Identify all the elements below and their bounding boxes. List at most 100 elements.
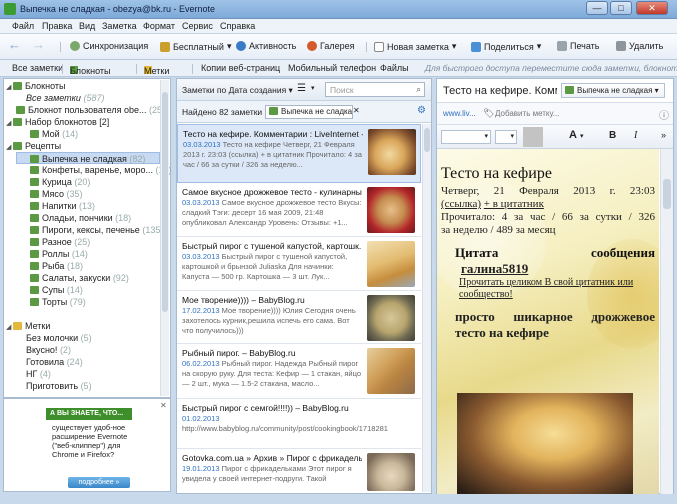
note-snippet: 03.03.2013 Быстрый пирог с тушеной капус… — [182, 252, 348, 281]
quote-user-link[interactable]: галина5819 — [461, 261, 528, 277]
gallery-button[interactable]: Галерея — [307, 41, 355, 51]
tag-item[interactable]: Вкусно! (2) — [26, 345, 71, 355]
account-button[interactable]: Бесплатный ▾ — [160, 41, 231, 52]
tag-item[interactable]: Готовила (24) — [26, 357, 83, 367]
font-color-arrow[interactable]: ▾ — [580, 132, 584, 140]
quote-read-links[interactable]: Прочитать целиком В свой цитатник или со… — [459, 277, 655, 301]
info-icon[interactable]: ⓘ — [659, 107, 669, 122]
divider — [523, 127, 543, 147]
sidebar-item[interactable]: Напитки (13) — [30, 201, 95, 211]
tip-panel: А ВЫ ЗНАЕТЕ, ЧТО... существует удоб-ное … — [3, 398, 171, 492]
tag-item[interactable]: НГ (4) — [26, 369, 51, 379]
notebook-icon — [16, 106, 25, 114]
notebook-filter[interactable]: Выпечка не сладкая — [265, 105, 353, 119]
note-card[interactable]: Gotovka.com.ua » Архив » Пирог с фрикаде… — [177, 449, 421, 494]
print-button[interactable]: Печать — [557, 41, 599, 51]
nav-files[interactable]: Файлы — [380, 63, 409, 73]
tags-header[interactable]: ◢ Метки — [6, 321, 50, 331]
note-list-scrollbar[interactable] — [422, 124, 431, 492]
note-read-stats-2: за неделю / 489 за месяц — [441, 224, 556, 236]
sidebar-item[interactable]: Торты (79) — [30, 297, 86, 307]
sidebar-item-all-notes[interactable]: Все заметки (587) — [26, 93, 104, 103]
menu-file[interactable]: Файл — [12, 21, 34, 31]
activity-button[interactable]: Активность — [236, 41, 296, 51]
sidebar-item[interactable]: Салаты, закуски (92) — [30, 273, 129, 283]
search-options-icon[interactable]: ⚙ — [417, 105, 426, 116]
tip-close-icon[interactable]: ✕ — [160, 401, 167, 410]
nav-web-clips[interactable]: Копии веб-страниц — [201, 63, 280, 73]
sidebar-item-selected[interactable]: Выпечка не сладкая (82) — [16, 152, 160, 164]
sidebar-item[interactable]: Супы (14) — [30, 285, 83, 295]
tag-item[interactable]: Приготовить (5) — [26, 381, 92, 391]
source-url-link[interactable]: www.liv... — [443, 109, 476, 118]
font-color-icon[interactable]: A — [569, 129, 577, 141]
link-quote[interactable]: + в цитатник — [484, 198, 544, 210]
sidebar-item[interactable]: Разное (25) — [30, 237, 90, 247]
sidebar-item[interactable]: Пироги, кексы, печенье (135) — [30, 225, 163, 235]
nav-all-notes[interactable]: Все заметки — [12, 63, 63, 73]
note-links: (ссылка) + в цитатник — [441, 198, 544, 210]
maximize-button[interactable]: □ — [610, 1, 632, 15]
new-note-button[interactable]: Новая заметка ▾ — [374, 41, 456, 52]
sort-selector[interactable]: Заметки по Дата создания ▾ — [182, 85, 293, 96]
notebook-icon — [30, 202, 39, 210]
note-body[interactable]: Тесто на кефире Четверг, 21 Февраля 2013… — [437, 149, 659, 494]
bold-icon[interactable]: B — [609, 130, 616, 141]
italic-icon[interactable]: I — [634, 130, 637, 141]
sidebar-item[interactable]: Конфеты, варенье, моро... (15) — [30, 165, 172, 175]
view-options-icon[interactable]: ☰ — [297, 83, 311, 95]
sync-button[interactable]: Синхронизация — [70, 41, 148, 51]
menu-edit[interactable]: Правка — [42, 21, 72, 31]
sidebar-item[interactable]: Курица (20) — [30, 177, 90, 187]
nav-tags[interactable]: Метки ▾ — [144, 63, 169, 76]
note-thumbnail — [367, 295, 415, 341]
share-button[interactable]: Поделиться ▾ — [471, 41, 541, 52]
menu-help[interactable]: Справка — [220, 21, 255, 31]
minimize-button[interactable]: — — [586, 1, 608, 15]
note-card[interactable]: Быстрый пирог с тушеной капустой, картош… — [177, 237, 421, 291]
notebook-selector[interactable]: Выпечка не сладкая ▾ — [561, 83, 665, 98]
note-title: Мое творение)))) – BabyBlog.ru — [182, 295, 305, 305]
font-size-select[interactable]: ▾ — [495, 130, 517, 144]
note-thumbnail — [368, 129, 416, 175]
back-arrow-icon[interactable]: ← — [8, 37, 21, 52]
delete-button[interactable]: Удалить — [616, 41, 663, 51]
sidebar-item-recipes[interactable]: ◢ Рецепты — [6, 141, 61, 151]
forward-arrow-icon[interactable]: → — [32, 37, 45, 52]
note-card[interactable]: Быстрый пирог с семгой!!!!)) – BabyBlog.… — [177, 399, 421, 449]
notebooks-icon — [13, 82, 22, 90]
link-source[interactable]: (ссылка) — [441, 198, 481, 210]
sidebar-item[interactable]: Мясо (35) — [30, 189, 83, 199]
nav-notebooks[interactable]: Блокноты ▾ — [70, 63, 110, 76]
note-card-selected[interactable]: Тесто на кефире. Комментарии : LiveInter… — [177, 124, 421, 183]
note-title-input[interactable]: Тесто на кефире. Комме — [443, 85, 557, 97]
note-card[interactable]: Рыбный пирог. – BabyBlog.ru 06.02.2013 Р… — [177, 344, 421, 399]
menu-note[interactable]: Заметка — [102, 21, 137, 31]
note-body-scrollbar[interactable] — [660, 149, 673, 494]
menu-tools[interactable]: Сервис — [182, 21, 213, 31]
add-tag-input[interactable]: Добавить метку... — [495, 109, 559, 118]
sidebar-item[interactable]: Роллы (14) — [30, 249, 88, 259]
sidebar-scrollbar[interactable] — [160, 80, 169, 396]
font-family-select[interactable]: ▾ — [441, 130, 491, 144]
close-button[interactable]: ✕ — [636, 1, 668, 15]
tip-more-button[interactable]: подробнее » — [68, 477, 130, 488]
menu-view[interactable]: Вид — [79, 21, 95, 31]
menu-format[interactable]: Формат — [143, 21, 175, 31]
sidebar-item[interactable]: Рыба (18) — [30, 261, 83, 271]
sidebar-item-my[interactable]: Мой (14) — [30, 129, 78, 139]
note-bold-text: просто шикарное дрожжевое тесто на кефир… — [455, 309, 655, 340]
filter-close-icon[interactable]: ✕ — [353, 106, 360, 115]
search-input[interactable]: Поиск ⌕ — [325, 82, 425, 97]
notebooks-header[interactable]: ◢ Блокноты — [6, 81, 65, 91]
note-card[interactable]: Самое вкусное дрожжевое тесто - кулинарн… — [177, 183, 421, 237]
sidebar-item-notebook-stack[interactable]: ◢ Набор блокнотов [2] — [6, 117, 109, 127]
note-card[interactable]: Мое творение)))) – BabyBlog.ru 17.02.201… — [177, 291, 421, 344]
view-options-arrow[interactable]: ▾ — [311, 84, 315, 92]
sidebar-item[interactable]: Оладьи, пончики (18) — [30, 213, 131, 223]
sidebar-item-user-notebook[interactable]: Блокнот пользователя obe... (25) — [16, 105, 165, 115]
more-format-icon[interactable]: » — [661, 130, 666, 140]
tag-item[interactable]: Без молочки (5) — [26, 333, 92, 343]
nav-mobile[interactable]: Мобильный телефон — [288, 63, 376, 73]
notebook-icon — [30, 166, 39, 174]
